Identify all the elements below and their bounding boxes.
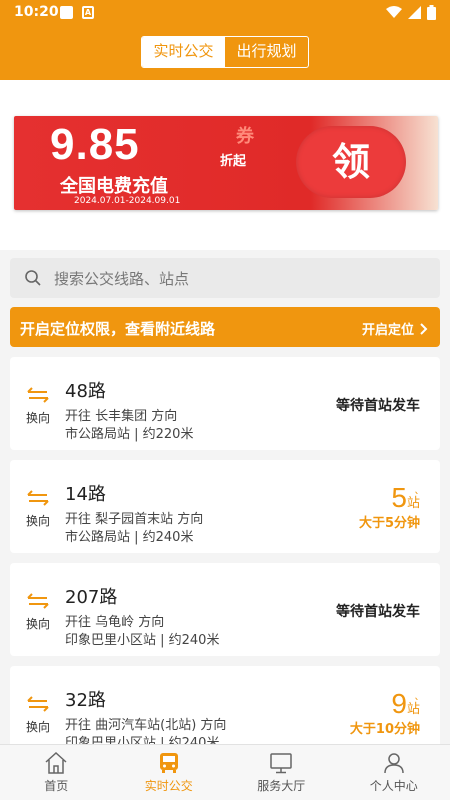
route-name: 14路 [65,484,106,505]
swap-direction-button[interactable]: 换向 [24,696,52,735]
app-header: 实时公交 出行规划 [0,26,450,80]
tab-trip-planning[interactable]: 出行规划 [225,37,308,67]
swap-label: 换向 [25,411,50,425]
route-direction: 开往 曲河汽车站(北站) 方向 [65,718,227,733]
swap-label: 换向 [25,514,50,528]
swap-direction-button[interactable]: 换向 [24,593,52,632]
wifi-icon [386,6,402,18]
route-direction: 开往 长丰集团 方向 [65,409,178,424]
tab-profile[interactable]: 个人中心 [338,745,450,800]
route-card[interactable]: 换向 14路 开往 梨子园首末站 方向 市公路局站 | 约240米 ˎ 5站 大… [10,460,440,553]
bottom-tab-bar: 首页 实时公交 服务大厅 个人中心 [0,744,450,800]
tab-realtime-bus[interactable]: 实时公交 [142,37,225,67]
tab-realtime-label: 实时公交 [144,779,193,793]
promo-banner[interactable]: 9.85 券 折起 全国电费充值 2024.07.01-2024.09.01 领 [14,116,438,210]
tab-home-label: 首页 [44,779,69,793]
route-stop: 市公路局站 | 约220米 [65,427,194,442]
route-direction: 开往 乌龟岭 方向 [65,615,165,630]
route-status: 等待首站发车 [336,398,420,414]
route-card[interactable]: 换向 48路 开往 长丰集团 方向 市公路局站 | 约220米 等待首站发车 [10,357,440,450]
enable-location-button[interactable]: 开启定位 [362,319,428,338]
route-eta: ˎ 5站 大于5分钟 [358,480,420,531]
banner-amount: 9.85 [50,120,140,169]
route-name: 32路 [65,690,106,711]
swap-label: 换向 [25,720,50,734]
search-icon [25,270,41,286]
status-bar: 10:20 A [0,0,450,26]
banner-area: 9.85 券 折起 全国电费充值 2024.07.01-2024.09.01 领 [0,80,450,250]
swap-icon [27,696,49,712]
swap-icon [27,593,49,609]
person-icon [384,753,404,774]
tab-service-hall[interactable]: 服务大厅 [225,745,338,800]
route-card[interactable]: 换向 207路 开往 乌龟岭 方向 印象巴里小区站 | 约240米 等待首站发车 [10,563,440,656]
banner-coupon: 券 [236,126,254,147]
signal-icon [408,6,421,19]
swap-direction-button[interactable]: 换向 [24,387,52,426]
route-eta: ˎ 9站 大于10分钟 [349,686,420,737]
tab-profile-label: 个人中心 [369,779,418,793]
banner-dates: 2024.07.01-2024.09.01 [74,196,181,206]
swap-icon [27,387,49,403]
realtime-signal-icon: ˎ [414,686,420,700]
mode-switch: 实时公交 出行规划 [141,36,309,68]
banner-claim-button[interactable]: 领 [296,126,406,198]
tab-realtime[interactable]: 实时公交 [113,745,226,800]
status-icons [386,5,436,20]
tab-service-hall-label: 服务大厅 [257,779,306,793]
notification-icon [60,6,73,19]
search-bar[interactable]: 搜索公交线路、站点 [10,258,440,298]
realtime-signal-icon: ˎ [414,480,420,494]
banner-suffix: 折起 [220,154,247,169]
swap-icon [27,490,49,506]
eta-time: 大于10分钟 [349,722,420,737]
eta-stops: 9 [391,688,407,719]
app-notification-icon: A [82,6,94,19]
location-permission-bar[interactable]: 开启定位权限，查看附近线路 开启定位 [10,307,440,347]
location-message: 开启定位权限，查看附近线路 [20,320,216,338]
swap-direction-button[interactable]: 换向 [24,490,52,529]
monitor-icon [270,753,292,774]
enable-location-label: 开启定位 [361,323,414,338]
swap-label: 换向 [25,617,50,631]
eta-stops: 5 [391,482,407,513]
eta-unit: 站 [406,702,420,717]
home-icon [45,751,67,774]
chevron-right-icon [420,322,428,335]
banner-title: 全国电费充值 [60,176,168,197]
route-stop: 市公路局站 | 约240米 [65,530,194,545]
bus-icon [159,753,178,773]
eta-unit: 站 [406,496,420,511]
route-direction: 开往 梨子园首末站 方向 [65,512,204,527]
route-name: 48路 [65,381,106,402]
status-time: 10:20 [14,4,59,20]
route-stop: 印象巴里小区站 | 约240米 [65,633,220,648]
tab-home[interactable]: 首页 [0,745,113,800]
search-placeholder: 搜索公交线路、站点 [54,269,190,288]
eta-time: 大于5分钟 [358,516,420,531]
battery-icon [427,5,436,20]
route-status: 等待首站发车 [336,604,420,620]
route-name: 207路 [65,587,118,608]
